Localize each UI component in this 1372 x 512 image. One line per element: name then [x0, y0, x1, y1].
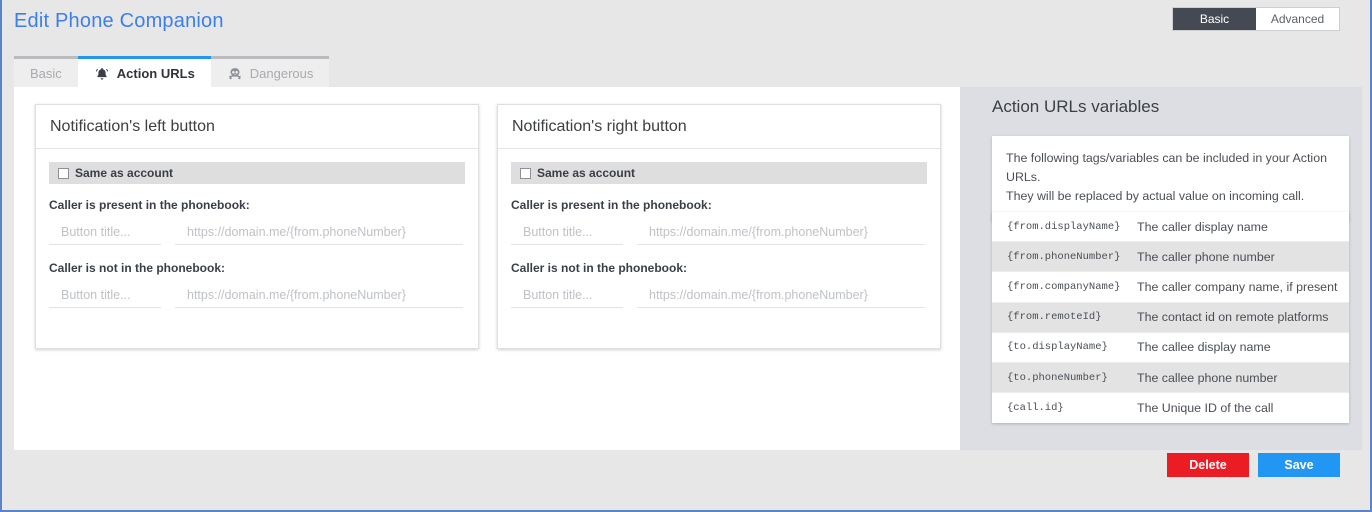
- variable-description: The caller company name, if present: [1137, 279, 1338, 294]
- left-notpresent-button-title-input[interactable]: [49, 286, 161, 308]
- left-notpresent-url-input[interactable]: [175, 286, 463, 308]
- mode-switch[interactable]: Basic Advanced: [1172, 7, 1340, 31]
- caller-not-present-field-row: [511, 286, 927, 308]
- caller-present-field-row: [49, 223, 465, 245]
- same-as-account-row-left[interactable]: Same as account: [49, 162, 465, 184]
- table-row: {from.companyName} The caller company na…: [992, 272, 1349, 303]
- content-panel: Notification's left button Same as accou…: [14, 87, 960, 450]
- variable-key: {from.displayName}: [1007, 220, 1121, 233]
- table-row: {to.displayName} The callee display name: [992, 333, 1349, 363]
- same-as-account-label: Same as account: [537, 166, 636, 180]
- notification-right-button-card: Notification's right button Same as acco…: [497, 104, 941, 349]
- variable-description: The caller phone number: [1137, 249, 1275, 264]
- variable-key: {to.phoneNumber}: [1007, 371, 1108, 384]
- footer-actions: Delete Save: [1167, 453, 1340, 477]
- variable-key: {from.remoteId}: [1007, 311, 1102, 324]
- mode-advanced-button[interactable]: Advanced: [1256, 8, 1339, 30]
- table-row: {call.id} The Unique ID of the call: [992, 393, 1349, 423]
- page-header: Edit Phone Companion Basic Advanced: [2, 0, 1370, 52]
- mode-basic-button[interactable]: Basic: [1173, 8, 1256, 30]
- body-area: Notification's left button Same as accou…: [14, 87, 1362, 452]
- action-urls-variables-sidebar: Action URLs variables The following tags…: [960, 87, 1362, 450]
- checkbox-icon[interactable]: [520, 167, 531, 179]
- left-present-button-title-input[interactable]: [49, 223, 161, 245]
- variable-description: The callee display name: [1137, 340, 1271, 355]
- tab-dangerous[interactable]: Dangerous: [210, 56, 330, 88]
- variables-table: {from.displayName} The caller display na…: [992, 212, 1349, 424]
- variable-key: {to.displayName}: [1007, 341, 1108, 354]
- tab-dangerous-label: Dangerous: [249, 66, 314, 81]
- notification-left-button-card: Notification's left button Same as accou…: [35, 104, 479, 349]
- tab-action-urls-label: Action URLs: [116, 66, 195, 81]
- table-row: {from.phoneNumber} The caller phone numb…: [992, 242, 1349, 273]
- info-line-2: They will be replaced by actual value on…: [1006, 189, 1305, 204]
- table-row: {from.displayName} The caller display na…: [992, 212, 1349, 243]
- right-present-url-input[interactable]: [637, 223, 925, 245]
- caller-present-label: Caller is present in the phonebook:: [49, 198, 250, 212]
- card-body: Same as account Caller is present in the…: [498, 149, 940, 308]
- bell-icon: [94, 66, 110, 82]
- caller-not-present-field-row: [49, 286, 465, 308]
- variable-description: The Unique ID of the call: [1137, 401, 1274, 416]
- table-row: {to.phoneNumber} The callee phone number: [992, 362, 1349, 394]
- variable-key: {call.id}: [1007, 402, 1064, 415]
- card-title: Notification's left button: [36, 105, 478, 149]
- variable-key: {from.phoneNumber}: [1007, 250, 1121, 263]
- table-row: {from.remoteId} The contact id on remote…: [992, 302, 1349, 333]
- caller-not-present-label: Caller is not in the phonebook:: [49, 261, 226, 275]
- caller-not-present-label: Caller is not in the phonebook:: [511, 261, 688, 275]
- left-present-url-input[interactable]: [175, 223, 463, 245]
- card-body: Same as account Caller is present in the…: [36, 149, 478, 308]
- info-box: The following tags/variables can be incl…: [992, 136, 1349, 221]
- same-as-account-label: Same as account: [75, 166, 174, 180]
- tab-basic[interactable]: Basic: [14, 56, 78, 88]
- sidebar-title: Action URLs variables: [992, 97, 1160, 116]
- info-line-1: The following tags/variables can be incl…: [1006, 151, 1327, 185]
- checkbox-icon[interactable]: [58, 167, 69, 179]
- tab-bar: Basic Action URLs Dangerous: [14, 55, 330, 88]
- right-present-button-title-input[interactable]: [511, 223, 623, 245]
- caller-present-field-row: [511, 223, 927, 245]
- page-title: Edit Phone Companion: [14, 10, 224, 32]
- save-button[interactable]: Save: [1258, 453, 1340, 477]
- variable-description: The caller display name: [1137, 219, 1268, 234]
- same-as-account-row-right[interactable]: Same as account: [511, 162, 927, 184]
- right-notpresent-url-input[interactable]: [637, 286, 925, 308]
- variable-description: The callee phone number: [1137, 370, 1278, 385]
- right-notpresent-button-title-input[interactable]: [511, 286, 623, 308]
- tab-action-urls[interactable]: Action URLs: [77, 56, 211, 88]
- caller-present-label: Caller is present in the phonebook:: [511, 198, 712, 212]
- delete-button[interactable]: Delete: [1167, 453, 1249, 477]
- variable-description: The contact id on remote platforms: [1137, 310, 1329, 325]
- card-title: Notification's right button: [498, 105, 940, 149]
- tab-basic-label: Basic: [30, 66, 62, 81]
- app-window: Edit Phone Companion Basic Advanced Basi…: [0, 0, 1372, 512]
- skull-crossbones-icon: [227, 66, 243, 82]
- variable-key: {from.companyName}: [1007, 280, 1121, 293]
